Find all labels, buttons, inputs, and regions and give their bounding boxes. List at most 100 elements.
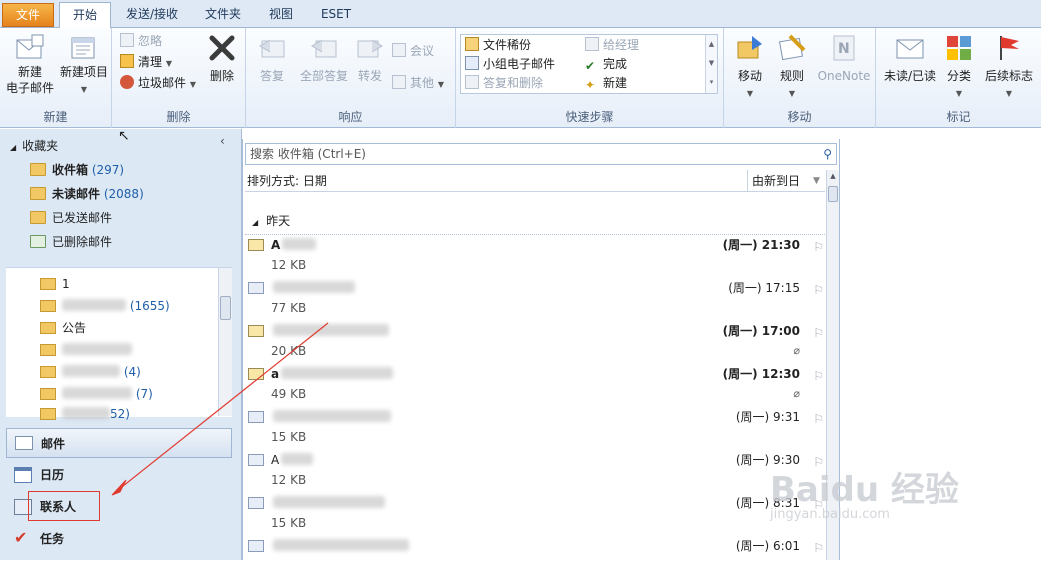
flag-icon[interactable]: ⚐ [813,412,824,426]
forward-button[interactable]: 转发 [354,32,386,84]
qs-item-5[interactable]: ✦ 新建 [585,74,627,92]
junk-button[interactable]: 垃圾邮件 ▼ [120,74,196,92]
folder-item[interactable]: 52) [40,404,130,424]
delete-button[interactable]: 删除 [202,32,242,84]
qs-item-3[interactable]: ✔ 完成 [585,55,627,73]
tab-folder[interactable]: 文件夹 [196,2,250,28]
reply-delete-icon [465,75,479,89]
qs-item-1[interactable]: 给经理 [585,36,639,54]
tab-eset[interactable]: ESET [312,2,360,28]
envelope-icon [248,239,264,251]
forward-manager-icon [585,37,599,51]
group-header-yesterday[interactable]: ◢ 昨天 [252,212,290,229]
folder-item[interactable]: (7) [40,384,153,404]
module-calendar[interactable]: 日历 [6,460,232,490]
unread-read-label: 未读/已读 [883,69,937,83]
module-mail[interactable]: 邮件 [6,428,232,458]
new-mail-icon [16,34,44,59]
mail-row[interactable]: 77 KB (周一) 17:15 ⚐ [248,279,824,322]
flag-icon[interactable]: ⚐ [813,283,824,297]
forward-icon [357,39,383,58]
categorize-button[interactable]: 分类 ▼ [942,32,976,102]
qs-item-0[interactable]: 文件稀份 [465,36,531,54]
qs-item-4[interactable]: 答复和删除 [465,74,543,92]
scroll-up-icon[interactable]: ▲ [828,172,838,182]
folder-scrollbar[interactable] [218,268,232,416]
mail-row[interactable]: 20 KB (周一) 17:00 ⚐ ⌀ [248,322,824,365]
fav-unread-count: (2088) [103,187,144,201]
collapse-triangle-icon: ◢ [10,143,17,152]
group-delete: 忽略 清理 ▼ 垃圾邮件 ▼ 删除 删除 [112,28,246,128]
meeting-button[interactable]: 会议 [392,42,434,60]
flag-icon[interactable]: ⚐ [813,369,824,383]
mail-row[interactable]: 15 KB (周一) 8:31 ⚐ [248,494,824,537]
onenote-button[interactable]: N OneNote [814,32,874,84]
mail-row[interactable]: (周一) 6:01 ⚐ [248,537,824,580]
group-tags: 未读/已读 分类 ▼ 后续标志 ▼ 标记 [876,28,1041,128]
tab-file[interactable]: 文件 [2,3,54,27]
tab-home[interactable]: 开始 [59,2,111,29]
folder-list: 1 (1655) 公告 (4) (7) 52) [6,267,232,421]
rules-button[interactable]: 规则 ▼ [772,32,812,102]
tab-send-receive[interactable]: 发送/接收 [118,2,186,28]
fav-sent[interactable]: 已发送邮件 [30,208,112,228]
envelope-icon [248,282,264,294]
mail-row[interactable]: a 49 KB (周一) 12:30 ⚐ ⌀ [248,365,824,408]
folder-item[interactable]: (1655) [40,296,170,316]
sort-order-label[interactable]: 由新到日 [747,170,800,192]
folder-label: 1 [62,277,70,291]
more-respond-button[interactable]: 其他 ▼ [392,74,444,92]
search-input[interactable]: 搜索 收件箱 (Ctrl+E) ⚲ [245,143,837,165]
fav-deleted[interactable]: 已删除邮件 [30,232,112,252]
new-mail-button[interactable]: 新建 电子邮件 [4,32,56,96]
mail-row[interactable]: A 12 KB (周一) 9:30 ⚐ [248,451,824,494]
sort-arrow-icon: ▼ [813,176,820,186]
folder-count: (4) [123,365,141,379]
tab-view[interactable]: 视图 [258,2,304,28]
move-button[interactable]: 移动 ▼ [730,32,770,102]
mail-size: 15 KB [271,430,307,444]
mail-size: 49 KB [271,387,307,401]
folder-item[interactable] [40,340,132,360]
baidu-watermark: Baidu 经验 jingyan.baidu.com [770,462,1030,552]
folder-item[interactable]: 公告 [40,318,86,338]
sort-by-label[interactable]: 排列方式: 日期 [247,174,327,188]
folder-item[interactable]: 1 [40,274,70,294]
unread-read-button[interactable]: 未读/已读 [880,32,940,84]
redacted-text [62,299,126,311]
collapse-nav-icon[interactable]: ‹ [220,134,225,148]
more-icon [392,75,406,89]
flag-icon[interactable]: ⚐ [813,326,824,340]
reply-all-button[interactable]: 全部答复 [296,32,352,84]
mail-row[interactable]: A 12 KB (周一) 21:30 ⚐ [248,236,824,279]
folder-icon [40,300,56,312]
meeting-icon [392,43,406,57]
onenote-icon: N [833,35,855,61]
reply-button[interactable]: 答复 [250,32,294,84]
qs-item-2[interactable]: 小组电子邮件 [465,55,555,73]
fav-unread[interactable]: 未读邮件 (2088) [30,184,144,204]
favorites-header[interactable]: ◢ 收藏夹 [10,137,58,154]
mail-sender [271,494,385,512]
folder-item[interactable]: (4) [40,362,141,382]
junk-icon [120,75,134,89]
search-folder-icon [30,187,46,200]
mail-row[interactable]: 15 KB (周一) 9:31 ⚐ [248,408,824,451]
fav-inbox[interactable]: 收件箱 (297) [30,160,124,180]
ignore-button[interactable]: 忽略 [120,32,162,50]
new-item-button[interactable]: 新建项目 ▼ [58,32,110,98]
qs-label-0: 文件稀份 [483,38,532,52]
flag-icon[interactable]: ⚐ [813,240,824,254]
search-icon[interactable]: ⚲ [823,144,832,164]
scroll-thumb[interactable] [828,186,838,202]
module-tasks[interactable]: ✔ 任务 [6,524,232,554]
clean-up-button[interactable]: 清理 ▼ [120,53,172,71]
follow-up-button[interactable]: 后续标志 ▼ [980,32,1038,102]
dropdown-arrow-icon: ▼ [80,85,88,94]
navigation-pane: ◢ 收藏夹 ‹ 收件箱 (297) 未读邮件 (2088) 已发送邮件 已删除邮件… [0,129,242,560]
follow-up-label: 后续标志 [984,69,1033,83]
mail-icon [15,436,33,450]
rules-label: 规则 [779,69,804,83]
quick-steps-scroll[interactable]: ▲ ▼ ▾ [705,35,717,93]
redacted-text [62,387,132,399]
